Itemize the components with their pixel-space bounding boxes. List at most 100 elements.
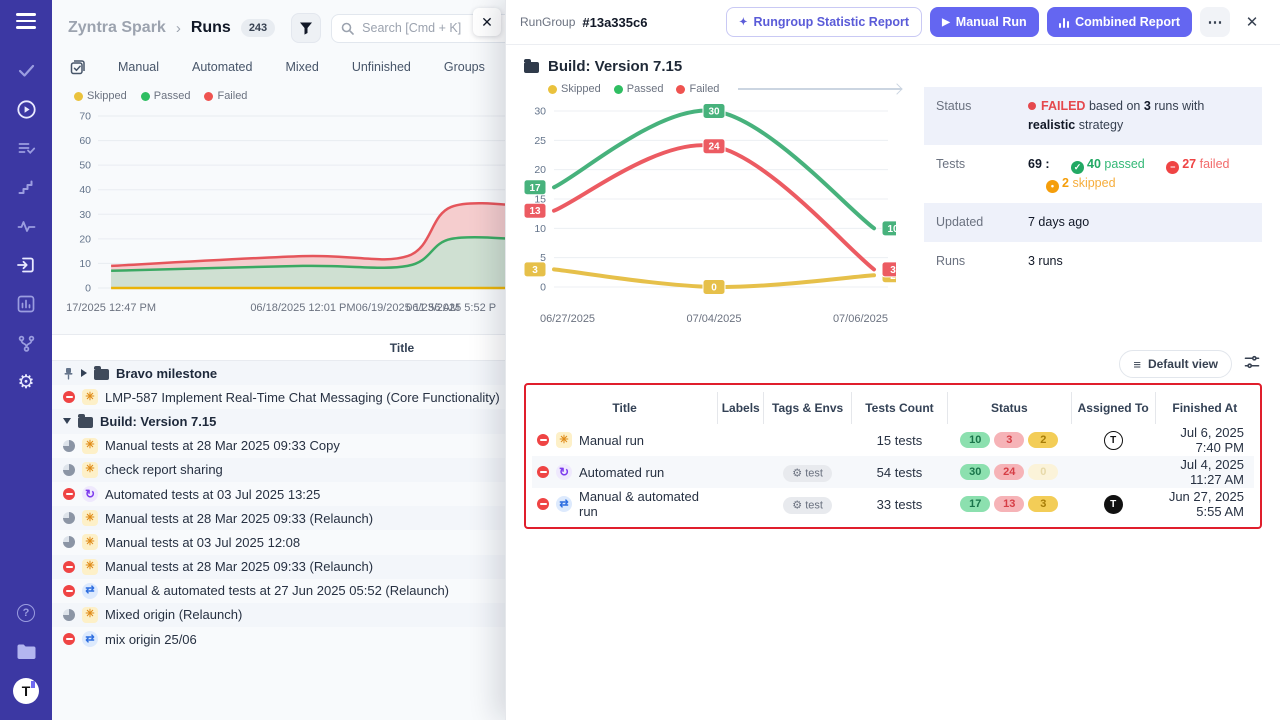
passed-check-icon: ✓: [1071, 161, 1084, 174]
filter-button[interactable]: [291, 13, 321, 43]
svg-text:30: 30: [708, 107, 720, 118]
runs-count-badge: 243: [241, 19, 275, 37]
drawer-close-button[interactable]: ✕: [1238, 8, 1266, 36]
svg-text:30: 30: [79, 209, 91, 221]
failed-dot: [676, 85, 685, 94]
svg-text:3: 3: [890, 265, 896, 276]
rungroup-id: #13a335c6: [582, 15, 647, 30]
run-title[interactable]: Manual & automated run: [579, 489, 717, 519]
bar-chart-icon: [1059, 17, 1070, 28]
help-icon[interactable]: ?: [0, 593, 52, 632]
user-avatar[interactable]: T: [0, 671, 52, 710]
skipped-dot-icon: •: [1046, 180, 1059, 193]
steps-icon[interactable]: [0, 168, 52, 207]
settings-gear-icon[interactable]: ⚙: [0, 363, 52, 402]
legend-passed: Passed: [141, 90, 191, 102]
run-title[interactable]: Automated run: [579, 465, 664, 480]
drawer-chart-legend: Skipped Passed Failed: [524, 83, 916, 95]
timeline-arrow: [738, 88, 902, 90]
collapse-caret-icon[interactable]: [63, 418, 71, 424]
col-finished-at[interactable]: Finished At: [1155, 392, 1254, 424]
run-title: Mixed origin (Relaunch): [105, 607, 242, 622]
rungroup-statistic-report-button[interactable]: ✦ Rungroup Statistic Report: [726, 7, 922, 37]
manual-run-icon: ✳: [82, 607, 98, 623]
run-title[interactable]: Manual run: [579, 433, 644, 448]
runs-play-icon[interactable]: [0, 90, 52, 129]
svg-text:70: 70: [79, 111, 91, 123]
folder-icon: [78, 417, 93, 428]
col-status[interactable]: Status: [947, 392, 1071, 424]
select-all-icon[interactable]: [70, 60, 85, 75]
manual-run-icon: ✳: [556, 432, 572, 448]
col-tests-count[interactable]: Tests Count: [852, 392, 948, 424]
tests-check-icon[interactable]: [0, 51, 52, 90]
projects-folder-icon[interactable]: [0, 632, 52, 671]
updated-value: 7 days ago: [1028, 213, 1089, 232]
reports-barchart-icon[interactable]: [0, 285, 52, 324]
updated-label: Updated: [936, 213, 1028, 232]
expand-caret-icon[interactable]: [81, 369, 87, 377]
search-input[interactable]: [360, 20, 490, 36]
col-labels[interactable]: Labels: [718, 392, 764, 424]
svg-text:07/06/2025: 07/06/2025: [833, 313, 888, 325]
blocked-status-icon: [537, 466, 549, 478]
col-tags-envs[interactable]: Tags & Envs: [764, 392, 852, 424]
status-row: Status FAILED based on 3 runs with reali…: [924, 87, 1262, 145]
run-title: Manual tests at 28 Mar 2025 09:33 (Relau…: [105, 559, 373, 574]
search-icon: [341, 22, 354, 35]
tab-unfinished[interactable]: Unfinished: [352, 60, 411, 74]
col-assigned-to[interactable]: Assigned To: [1071, 392, 1155, 424]
assignee-avatar[interactable]: T: [1104, 495, 1123, 514]
manual-run-icon: ✳: [82, 559, 98, 575]
svg-text:0: 0: [711, 283, 717, 294]
svg-text:06/27/2025: 06/27/2025: [540, 313, 595, 325]
col-title[interactable]: Title: [532, 392, 718, 424]
table-row[interactable]: ↻ Automated run ⚙ test 54 tests 30 24 0 …: [532, 456, 1254, 488]
assignee-avatar[interactable]: T: [1104, 431, 1123, 450]
table-settings-icon[interactable]: [1244, 355, 1260, 374]
tab-mixed[interactable]: Mixed: [285, 60, 318, 74]
run-title: Manual tests at 28 Mar 2025 09:33 Copy: [105, 438, 340, 453]
plans-list-icon[interactable]: [0, 129, 52, 168]
breadcrumb-app[interactable]: Zyntra Spark: [68, 19, 166, 37]
progress-status-icon: [63, 464, 75, 476]
passed-dot: [614, 85, 623, 94]
manual-run-button[interactable]: ▶ Manual Run: [930, 7, 1039, 37]
tests-value: 69 : ✓40 passed −27 failed •2 skipped: [1028, 155, 1250, 194]
failed-dot: [1028, 102, 1036, 110]
table-row[interactable]: ✳ Manual run 15 tests 10 3 2 T Jul 6, 20…: [532, 424, 1254, 456]
svg-text:20: 20: [79, 233, 91, 245]
pulse-icon[interactable]: [0, 207, 52, 246]
progress-status-icon: [63, 440, 75, 452]
blocked-status-icon: [63, 585, 75, 597]
combined-report-button[interactable]: Combined Report: [1047, 7, 1192, 37]
default-view-button[interactable]: ≡ Default view: [1119, 350, 1232, 378]
manual-run-icon: ✳: [82, 462, 98, 478]
tab-manual[interactable]: Manual: [118, 60, 159, 74]
tab-groups[interactable]: Groups: [444, 60, 485, 74]
tests-count: 15 tests: [852, 424, 948, 456]
runs-row: Runs 3 runs: [924, 242, 1262, 281]
passed-dot: [141, 92, 150, 101]
menu-icon[interactable]: [16, 13, 36, 29]
table-row[interactable]: ⇄ Manual & automated run ⚙ test 33 tests…: [532, 488, 1254, 520]
tag-chip[interactable]: ⚙ test: [783, 497, 832, 514]
app-sidebar: ⚙ ? T: [0, 0, 52, 720]
secondary-close-button[interactable]: ✕: [473, 8, 501, 36]
folder-icon: [94, 369, 109, 380]
svg-text:25: 25: [534, 135, 546, 147]
close-icon: ✕: [481, 14, 493, 31]
more-actions-button[interactable]: ⋯: [1200, 7, 1230, 37]
rungroup-drawer: RunGroup #13a335c6 ✦ Rungroup Statistic …: [505, 0, 1280, 720]
run-title: Manual & automated tests at 27 Jun 2025 …: [105, 583, 449, 598]
folder-icon: [524, 62, 539, 73]
branch-share-icon[interactable]: [0, 324, 52, 363]
tab-automated[interactable]: Automated: [192, 60, 252, 74]
progress-status-icon: [63, 609, 75, 621]
tag-chip[interactable]: ⚙ test: [783, 465, 832, 482]
svg-text:3: 3: [532, 265, 538, 276]
blocked-status-icon: [63, 391, 75, 403]
import-icon[interactable]: [0, 246, 52, 285]
runs-value: 3 runs: [1028, 252, 1063, 271]
skipped-dot: [548, 85, 557, 94]
